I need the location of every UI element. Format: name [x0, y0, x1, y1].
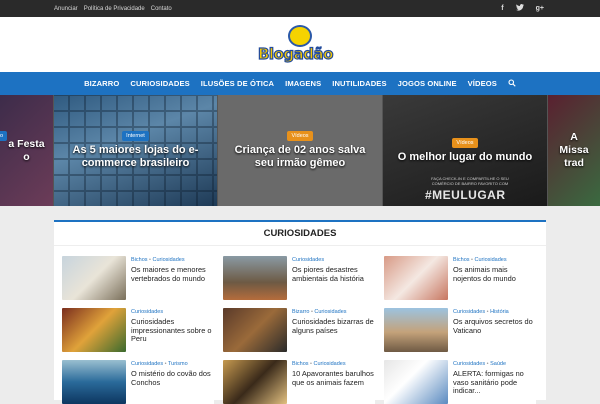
- top-link-anunciar[interactable]: Anunciar: [54, 6, 78, 12]
- nav-item-curiosidades[interactable]: CURIOSIDADES: [130, 79, 189, 88]
- site-header: Blogadão: [0, 17, 600, 72]
- slide-item[interactable]: Vídeos Criança de 02 anos salva seu irmã…: [218, 95, 382, 206]
- facebook-icon[interactable]: f: [501, 5, 503, 12]
- nav-item-videos[interactable]: VÍDEOS: [468, 79, 497, 88]
- slide-badge: Internet: [122, 131, 149, 141]
- post-thumbnail[interactable]: [384, 256, 448, 300]
- slide-item[interactable]: o a Festa o: [0, 95, 53, 206]
- post-thumbnail[interactable]: [384, 308, 448, 352]
- top-link-contato[interactable]: Contato: [151, 6, 172, 12]
- post-thumbnail[interactable]: [62, 308, 126, 352]
- social-links: f g+: [501, 0, 544, 17]
- post-category[interactable]: Curiosidades: [131, 309, 163, 315]
- twitter-icon[interactable]: [515, 4, 524, 13]
- post-category[interactable]: Turismo: [168, 361, 188, 367]
- post-category[interactable]: Saúde: [490, 361, 506, 367]
- main-nav: BIZARRO CURIOSIDADES ILUSÕES DE ÓTICA IM…: [0, 72, 600, 95]
- slide-title: A Missa trad: [559, 131, 589, 169]
- post-categories: Bizarro • Curiosidades: [292, 309, 347, 315]
- post-category[interactable]: Bichos: [292, 361, 309, 367]
- nav-item-bizarro[interactable]: BIZARRO: [84, 79, 119, 88]
- logo-text: Blogadão: [257, 44, 334, 63]
- post-category[interactable]: Curiosidades: [453, 361, 485, 367]
- post-card[interactable]: Curiosidades • Saúde ALERTA: formigas no…: [384, 360, 536, 404]
- post-category[interactable]: Curiosidades: [131, 361, 163, 367]
- post-category[interactable]: Bizarro: [292, 309, 309, 315]
- post-categories: Bichos • Curiosidades: [453, 257, 507, 263]
- slide-badge: Vídeos: [452, 137, 478, 148]
- post-title[interactable]: ALERTA: formigas no vaso sanitário pode …: [453, 369, 537, 396]
- post-title[interactable]: 10 Apavorantes barulhos que os animais f…: [292, 369, 376, 387]
- post-card[interactable]: Bichos • Curiosidades 10 Apavorantes bar…: [223, 360, 375, 404]
- post-category[interactable]: Bichos: [131, 257, 148, 263]
- post-title[interactable]: Os arquivos secretos do Vaticano: [453, 317, 537, 335]
- googleplus-icon[interactable]: g+: [536, 5, 544, 12]
- post-categories: Curiosidades: [131, 309, 163, 315]
- post-title[interactable]: Os maiores e menores vertebrados do mund…: [131, 265, 215, 283]
- post-thumbnail[interactable]: [62, 360, 126, 404]
- slide-badge: Vídeos: [287, 131, 313, 141]
- nav-item-ilusoes[interactable]: ILUSÕES DE ÓTICA: [201, 79, 274, 88]
- post-thumbnail[interactable]: [62, 256, 126, 300]
- post-categories: Curiosidades • Saúde: [453, 361, 506, 367]
- post-title[interactable]: O mistério do covão dos Conchos: [131, 369, 215, 387]
- post-thumbnail[interactable]: [223, 308, 287, 352]
- slide-item[interactable]: Vídeos O melhor lugar do mundo FAÇA CHEC…: [383, 95, 547, 206]
- slide-title: O melhor lugar do mundo: [397, 150, 533, 163]
- slide-title: a Festa o: [8, 137, 45, 163]
- top-link-privacidade[interactable]: Política de Privacidade: [84, 6, 145, 12]
- post-categories: Curiosidades • Turismo: [131, 361, 188, 367]
- post-category[interactable]: Curiosidades: [292, 257, 324, 263]
- post-category[interactable]: Curiosidades: [314, 309, 346, 315]
- search-icon[interactable]: [508, 78, 516, 89]
- featured-slider: o a Festa o Internet As 5 maiores lojas …: [0, 95, 600, 206]
- section-title: CURIOSIDADES: [54, 222, 546, 246]
- post-title[interactable]: Os piores desastres ambientais da histór…: [292, 265, 376, 283]
- post-title[interactable]: Curiosidades impressionantes sobre o Per…: [131, 317, 215, 344]
- post-card[interactable]: Bichos • Curiosidades Os animais mais no…: [384, 256, 536, 300]
- post-thumbnail[interactable]: [223, 256, 287, 300]
- post-card[interactable]: Bichos • Curiosidades Os maiores e menor…: [62, 256, 214, 300]
- post-categories: Curiosidades • História: [453, 309, 509, 315]
- post-category[interactable]: Curiosidades: [453, 309, 485, 315]
- slide-overlay: #MEULUGAR: [425, 188, 506, 202]
- slide-badge: o: [0, 131, 8, 141]
- slide-overlay-small: FAÇA CHECK-IN E COMPARTILHE O SEU COMÉRC…: [431, 176, 509, 186]
- post-thumbnail[interactable]: [223, 360, 287, 404]
- post-card[interactable]: Curiosidades • História Os arquivos secr…: [384, 308, 536, 352]
- slide-title: Criança de 02 anos salva seu irmão gêmeo: [234, 144, 366, 169]
- post-card[interactable]: Curiosidades • Turismo O mistério do cov…: [62, 360, 214, 404]
- site-logo[interactable]: Blogadão: [256, 23, 344, 67]
- post-categories: Bichos • Curiosidades: [131, 257, 185, 263]
- post-card[interactable]: Curiosidades Curiosidades impressionante…: [62, 308, 214, 352]
- slide-title: As 5 maiores lojas do e-commerce brasile…: [72, 144, 199, 169]
- post-title[interactable]: Os animais mais nojentos do mundo: [453, 265, 537, 283]
- post-category[interactable]: História: [490, 309, 509, 315]
- slide-item[interactable]: Internet As 5 maiores lojas do e-commerc…: [54, 95, 217, 206]
- post-categories: Curiosidades: [292, 257, 324, 263]
- post-category[interactable]: Curiosidades: [153, 257, 185, 263]
- post-category[interactable]: Curiosidades: [314, 361, 346, 367]
- nav-item-inutilidades[interactable]: INUTILIDADES: [332, 79, 386, 88]
- post-title[interactable]: Curiosidades bizarras de alguns países: [292, 317, 376, 335]
- post-categories: Bichos • Curiosidades: [292, 361, 346, 367]
- content-section: CURIOSIDADES Bichos • Curiosidades Os ma…: [54, 220, 546, 404]
- post-card[interactable]: Bizarro • Curiosidades Curiosidades biza…: [223, 308, 375, 352]
- post-thumbnail[interactable]: [384, 360, 448, 404]
- nav-item-jogos[interactable]: JOGOS ONLINE: [398, 79, 457, 88]
- logo-mascot-icon: [288, 24, 312, 47]
- slide-item[interactable]: A Missa trad: [548, 95, 600, 206]
- post-category[interactable]: Bichos: [453, 257, 470, 263]
- top-bar: Anunciar Política de Privacidade Contato…: [0, 0, 600, 17]
- nav-item-imagens[interactable]: IMAGENS: [285, 79, 321, 88]
- post-card[interactable]: Curiosidades Os piores desastres ambient…: [223, 256, 375, 300]
- post-category[interactable]: Curiosidades: [475, 257, 507, 263]
